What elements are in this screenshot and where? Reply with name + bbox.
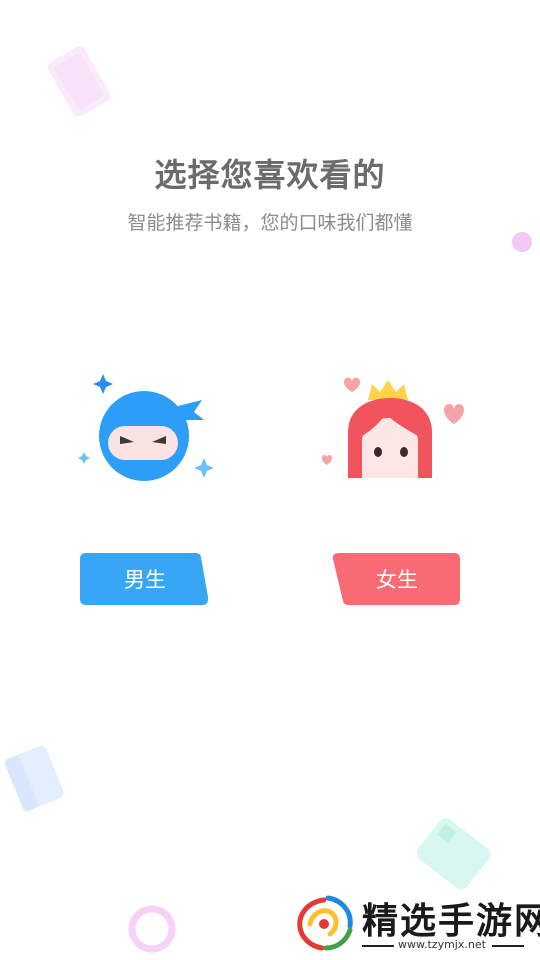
watermark-url: www.tzymjx.net	[398, 938, 486, 951]
page-title: 选择您喜欢看的	[154, 156, 386, 194]
watermark-text: 精选手游网	[362, 901, 540, 942]
male-button[interactable]: 男生	[80, 553, 210, 605]
watermark-divider-left	[362, 945, 394, 947]
princess-avatar-icon[interactable]	[318, 370, 473, 485]
female-button-label: 女生	[376, 568, 418, 592]
watermark: 精选手游网 www.tzymjx.net	[294, 890, 540, 954]
blue-book-decoration	[4, 745, 64, 812]
male-button-label: 男生	[124, 568, 166, 592]
watermark-logo-icon	[297, 895, 353, 951]
mint-book-decoration	[416, 818, 490, 890]
watermark-divider-right	[492, 945, 524, 947]
pink-ring-decoration	[128, 905, 176, 953]
female-button[interactable]: 女生	[332, 553, 462, 605]
pink-book-decoration	[47, 46, 111, 117]
page-subtitle: 智能推荐书籍，您的口味我们都懂	[127, 212, 413, 234]
ninja-avatar-icon[interactable]	[72, 370, 222, 490]
